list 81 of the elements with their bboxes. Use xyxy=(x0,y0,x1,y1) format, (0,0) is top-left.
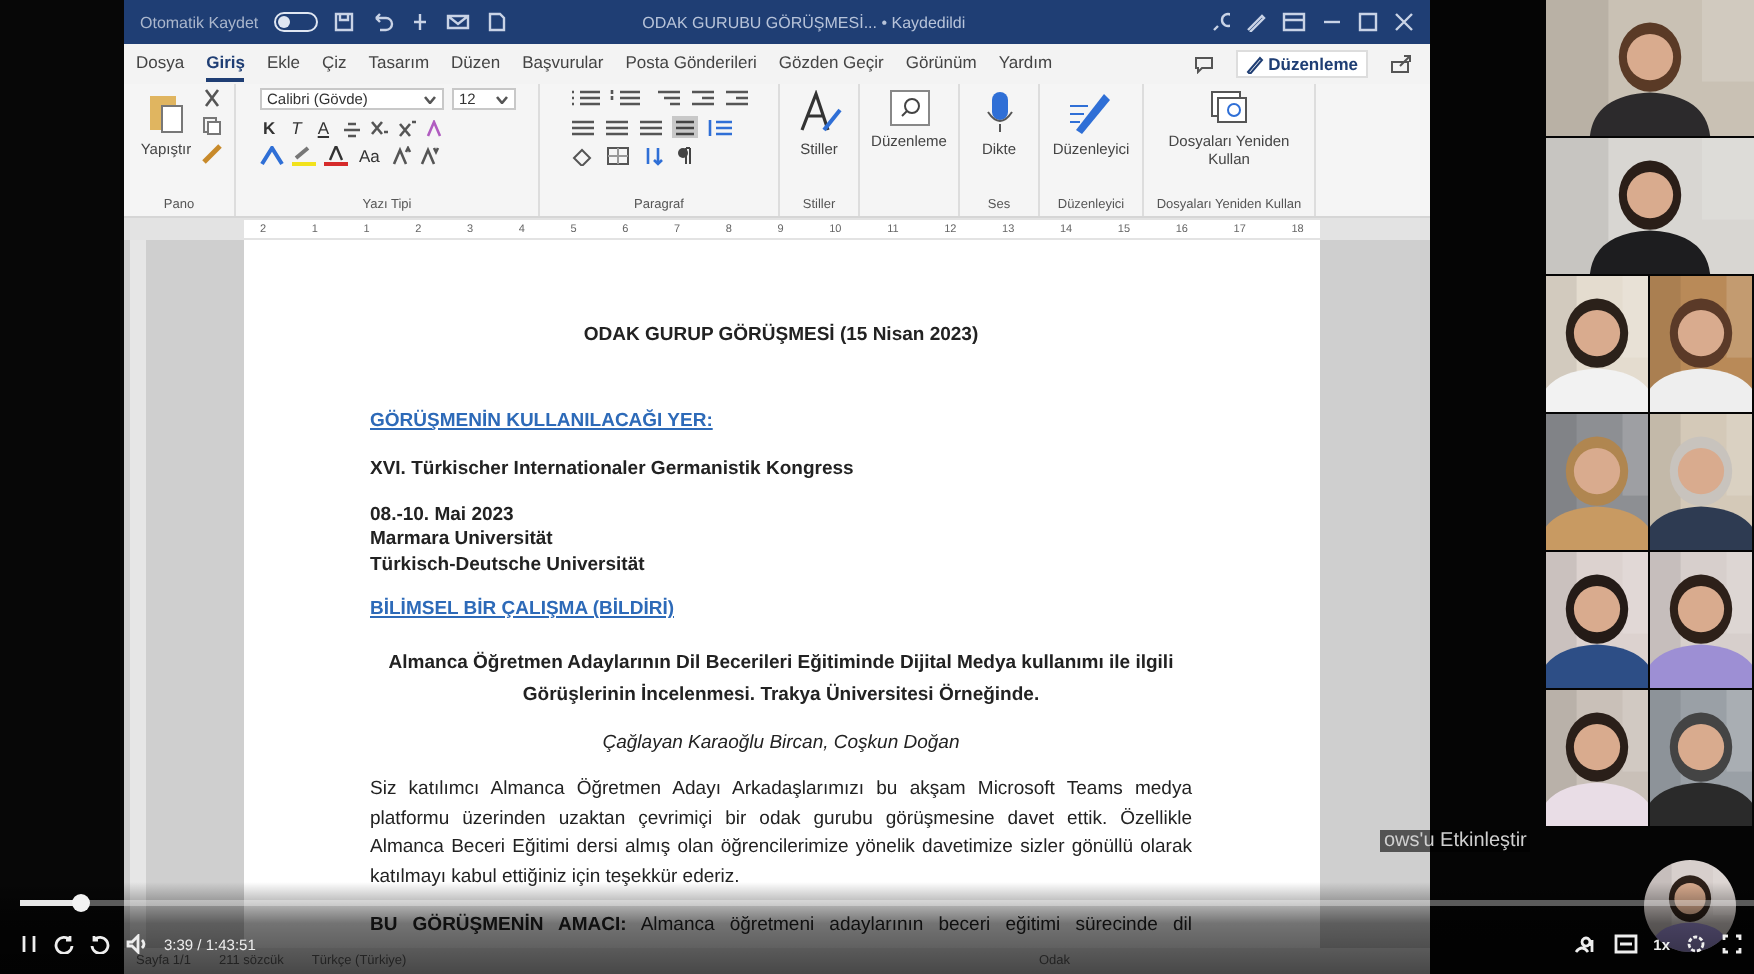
pen-icon[interactable] xyxy=(1246,12,1266,32)
ribbon-tab[interactable]: Görünüm xyxy=(905,46,977,82)
shading-icon[interactable] xyxy=(569,146,597,166)
microphone-icon[interactable] xyxy=(985,90,1013,134)
shrink-font-icon[interactable] xyxy=(419,146,440,166)
document-icon[interactable] xyxy=(486,12,507,32)
people-icon[interactable] xyxy=(1573,934,1598,954)
grow-font-icon[interactable] xyxy=(391,146,412,166)
copy-icon[interactable] xyxy=(201,116,222,136)
comment-icon[interactable] xyxy=(1194,55,1215,73)
authors-line: Çağlayan Karaoğlu Bircan, Coşkun Doğan xyxy=(600,731,962,756)
ribbon-tab[interactable]: Tasarım xyxy=(368,46,430,82)
pilcrow-icon[interactable] xyxy=(673,146,693,166)
borders-icon[interactable] xyxy=(605,146,633,166)
document-line: XVI. Türkischer Internationaler Germanistik Kongress xyxy=(370,458,856,483)
autosave-toggle[interactable] xyxy=(274,12,319,32)
ribbon-tab[interactable]: Dosya xyxy=(136,46,185,82)
rewind-icon[interactable] xyxy=(54,934,74,954)
close-icon[interactable] xyxy=(1394,12,1414,32)
ribbon-tab[interactable]: Gözden Geçir xyxy=(778,46,884,82)
captions-icon[interactable] xyxy=(1613,934,1638,954)
undo-icon[interactable] xyxy=(370,12,395,32)
line-spacing-icon[interactable] xyxy=(705,117,733,137)
text-effect-icon[interactable] xyxy=(259,146,283,166)
document-paragraph: BU GÖRÜŞMENİN AMACI: Almanca öğretmeni adaylarının beceri eğitimi sürecinde dil xyxy=(370,912,1192,940)
document-heading: ODAK GURUP GÖRÜŞMESİ (15 Nisan 2023) xyxy=(581,324,981,349)
mail-icon[interactable] xyxy=(446,12,471,32)
ribbon-tab[interactable]: Posta Gönderileri xyxy=(625,46,757,82)
section-heading: GÖRÜŞMENİN KULLANILACAĞI YER: xyxy=(370,409,715,434)
styles-icon[interactable] xyxy=(797,90,841,134)
fullscreen-icon[interactable] xyxy=(1722,934,1742,954)
ribbon-tab[interactable]: Düzen xyxy=(451,46,501,82)
strikethrough-icon[interactable] xyxy=(341,119,362,137)
section-heading: BİLİMSEL BİR ÇALIŞMA (BİLDİRİ) xyxy=(370,598,676,623)
pen-icon[interactable] xyxy=(1068,90,1113,134)
sort-icon[interactable] xyxy=(641,146,665,166)
volume-icon[interactable] xyxy=(126,934,148,954)
document-line: 08.-10. Mai 2023 xyxy=(370,503,516,528)
scissors-icon[interactable] xyxy=(201,88,222,108)
ribbon-display-icon[interactable] xyxy=(1282,12,1306,32)
files-search-icon[interactable] xyxy=(1209,90,1249,126)
save-icon[interactable] xyxy=(334,12,355,32)
change-case-button[interactable]: Aa xyxy=(355,146,384,166)
document-paragraph: Siz katılımcı Almanca Öğretmen Adayı Arkadaşlarımızı bu akşam Microsoft Teams medya platformu üzerinden uzaktan çevrimiçi bir odak gurubu görüşmesine davet ettik. Özellikle Almanca Beceri Eğitimi dersi almış olan öğrencilerimize yönelik davetimize sizler gönüllü olarak katılmayı kabul ettiğiniz için teşekkür ederiz. xyxy=(370,776,1192,891)
format-button[interactable]: A xyxy=(313,118,334,138)
document-line: Marmara Universität xyxy=(370,528,555,553)
bullet-list-icon[interactable] xyxy=(569,88,601,108)
increase-indent-icon[interactable] xyxy=(723,88,749,108)
superscript-icon[interactable] xyxy=(397,119,418,137)
autosave-label: Otomatik Kaydet xyxy=(140,13,259,31)
decrease-indent-icon[interactable] xyxy=(689,88,715,108)
ribbon-tab[interactable]: Başvurular xyxy=(522,46,604,82)
align-left-icon[interactable] xyxy=(569,117,595,137)
editing-mode-button[interactable]: Düzenleme xyxy=(1236,50,1368,78)
pause-icon[interactable] xyxy=(20,934,38,954)
chevron-down-icon[interactable] xyxy=(495,95,507,103)
ribbon-tab[interactable]: Ekle xyxy=(266,46,301,82)
brush-icon[interactable] xyxy=(201,144,222,164)
ribbon-tab[interactable]: Çiz xyxy=(322,46,347,82)
chevron-down-icon[interactable] xyxy=(423,95,435,103)
clear-format-icon[interactable] xyxy=(425,119,446,137)
document-title: ODAK GURUBU GÖRÜŞMESİ... • Kaydedildi xyxy=(642,13,966,31)
highlighter-icon[interactable] xyxy=(291,146,315,166)
align-center-icon[interactable] xyxy=(603,117,629,137)
font-color-icon[interactable] xyxy=(323,146,347,166)
subscript-icon[interactable] xyxy=(369,119,390,137)
document-line: Türkisch-Deutsche Universität xyxy=(370,553,647,578)
maximize-icon[interactable] xyxy=(1358,12,1378,32)
paper-title: Almanca Öğretmen Adaylarının Dil Becerileri Eğitiminde Dijital Medya kullanımı ile ilgili Görüşlerinin İncelenmesi. Trakya Üniversitesi Örneğinde. xyxy=(386,649,1176,709)
search-icon[interactable] xyxy=(889,90,929,126)
progress-bar[interactable] xyxy=(20,900,1754,906)
numbered-list-icon[interactable] xyxy=(609,88,641,108)
ribbon-tab[interactable]: Yardım xyxy=(998,46,1053,82)
format-button[interactable]: T xyxy=(287,118,306,138)
pencil-icon[interactable] xyxy=(1246,55,1265,73)
clipboard-icon[interactable] xyxy=(147,90,184,134)
justify-icon[interactable] xyxy=(671,116,697,138)
forward-icon[interactable] xyxy=(90,934,110,954)
align-right-icon[interactable] xyxy=(637,117,663,137)
settings-icon[interactable] xyxy=(1686,934,1706,954)
format-button[interactable]: K xyxy=(259,118,280,138)
